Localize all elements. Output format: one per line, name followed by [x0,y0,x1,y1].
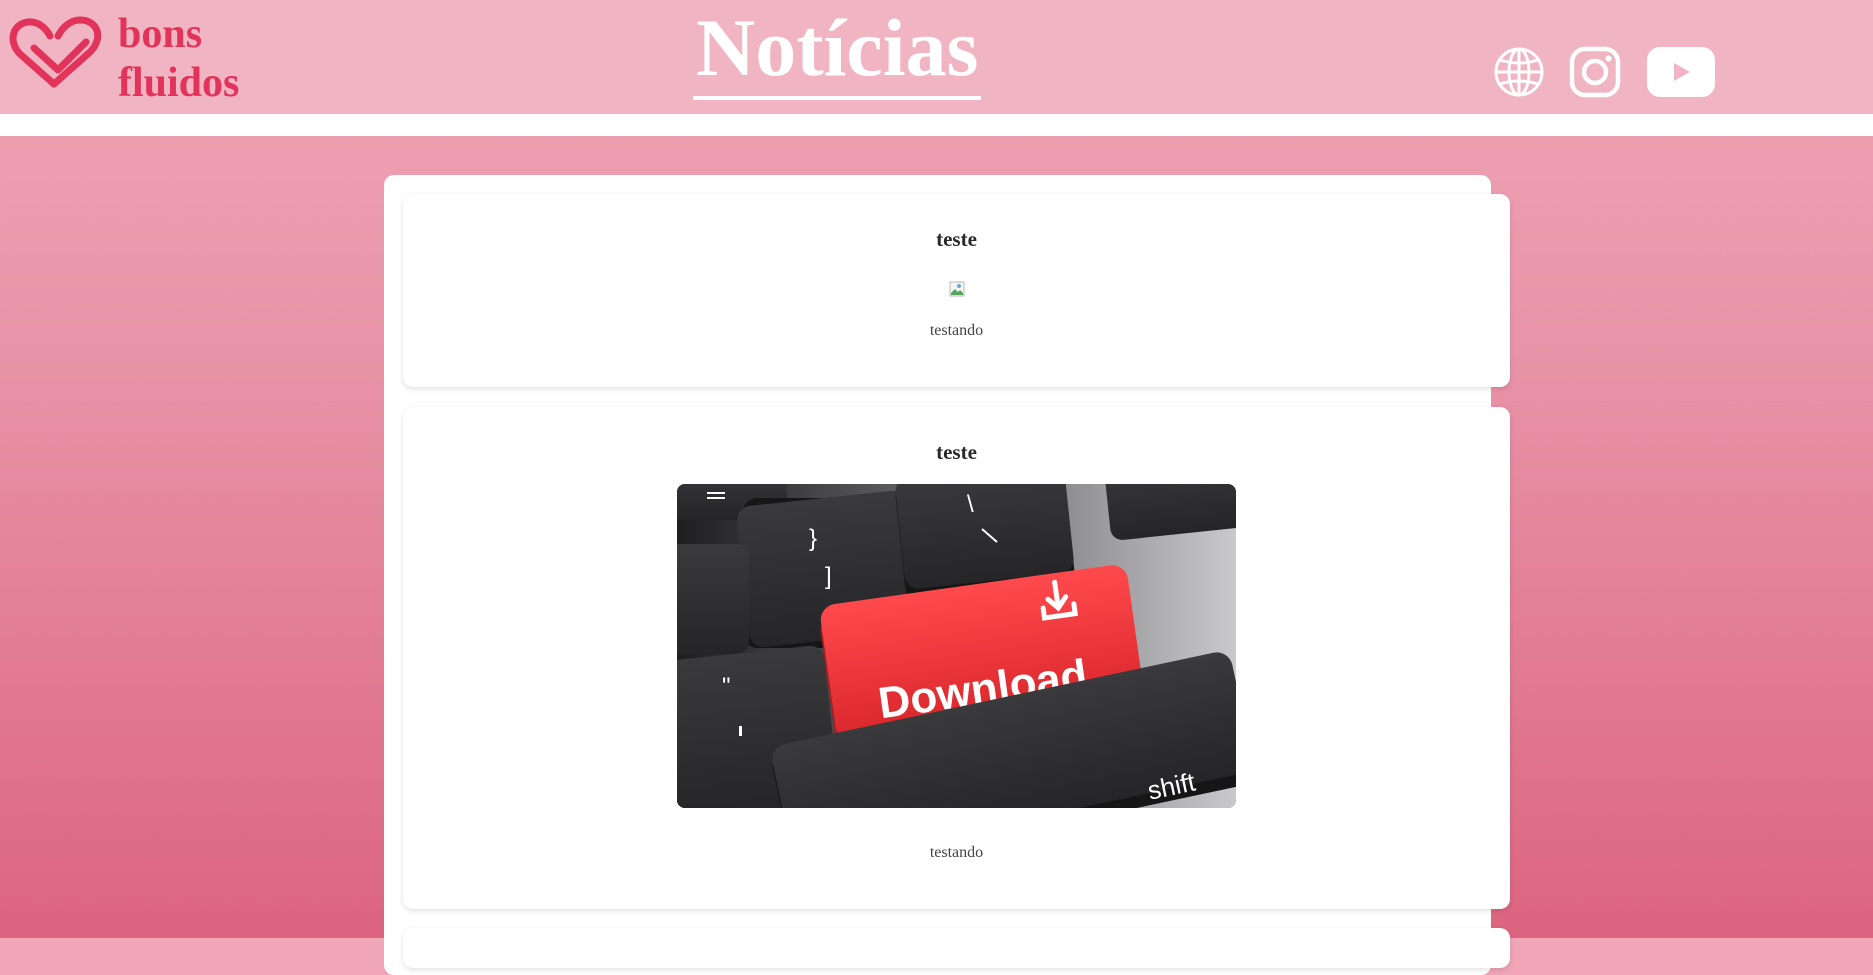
svg-text:}: } [809,525,817,552]
brand-name: bons fluidos [118,10,239,108]
post-body: testando [929,844,984,861]
site-logo[interactable]: bons fluidos [6,11,239,108]
brand-line-1: bons [118,11,203,57]
brand-line-2: fluidos [118,60,240,106]
site-header: bons fluidos Notícias [0,0,1873,136]
post-card: teste Download shift}] \ " testando [403,407,1510,909]
social-links [1493,46,1715,98]
post-body: testando [929,322,984,339]
keyboard-download-key-image: Download shift } ] \ " [677,484,1236,808]
post-title: teste [936,227,977,251]
globe-icon[interactable] [1493,46,1545,98]
svg-text:\: \ [967,491,974,518]
heart-logo-icon [9,16,102,88]
svg-text:": " [722,673,731,700]
instagram-icon[interactable] [1569,46,1621,98]
svg-text:]: ] [825,563,832,590]
post-card: teste testando [403,194,1510,387]
post-card [403,928,1510,968]
page-title: Notícias [693,0,982,100]
post-title: teste [936,440,977,464]
youtube-icon[interactable] [1647,47,1715,97]
broken-image-icon [949,281,964,297]
